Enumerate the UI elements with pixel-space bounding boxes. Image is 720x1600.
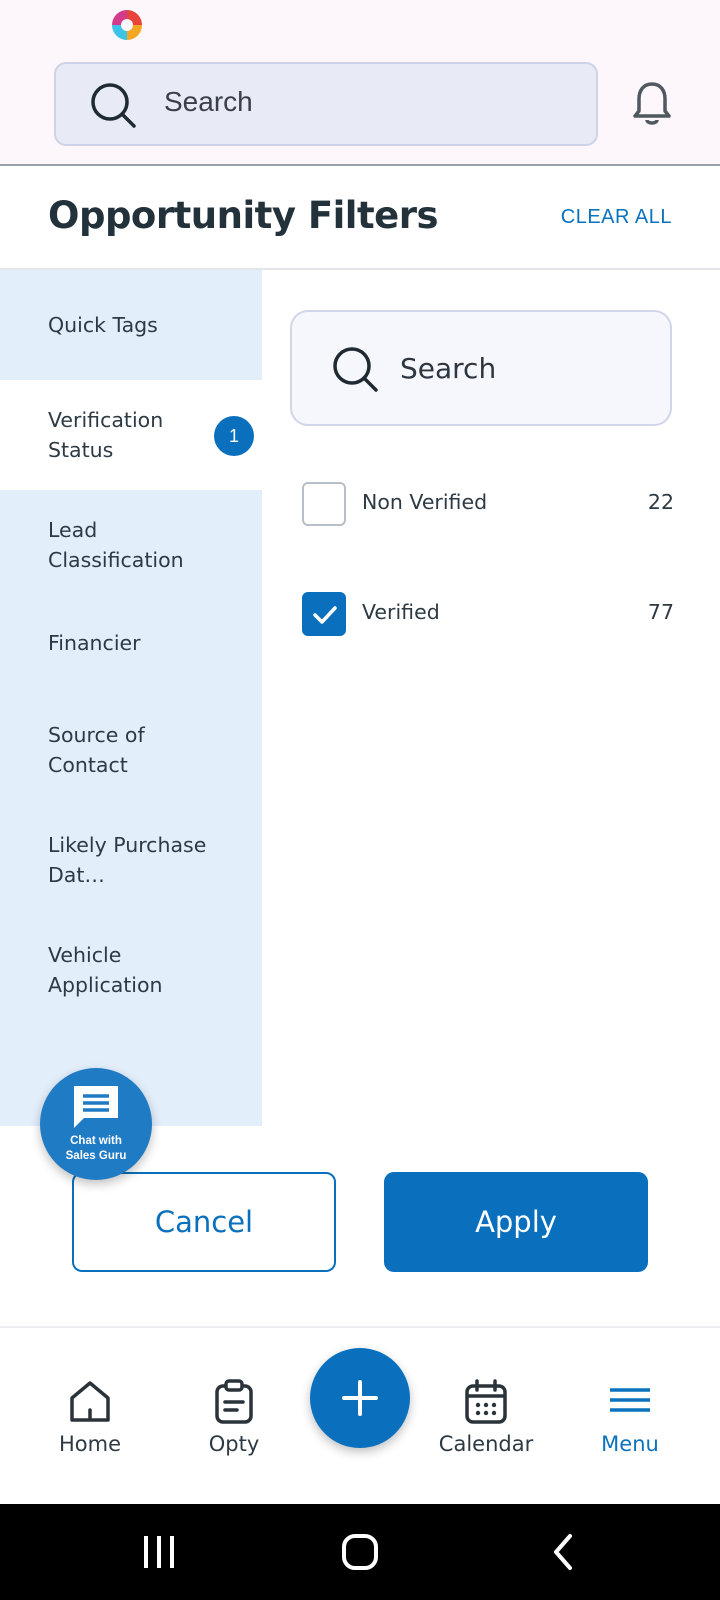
check-icon <box>313 606 337 624</box>
sidebar-item-label: Quick Tags <box>48 313 158 337</box>
search-icon <box>91 83 136 128</box>
chat-icon <box>74 1086 118 1128</box>
add-fab-button[interactable] <box>310 1348 410 1448</box>
filter-category-sidebar: Quick Tags Verification Status 1 Lead Cl… <box>0 270 262 1126</box>
sidebar-item-label: Likely Purchase Dat… <box>48 833 207 887</box>
menu-icon <box>610 1388 650 1412</box>
top-header: Search <box>0 48 720 166</box>
chat-label: Chat with Sales Guru <box>40 1134 152 1164</box>
home-button-icon[interactable] <box>340 1532 380 1572</box>
back-icon[interactable] <box>544 1532 584 1572</box>
sidebar-item-vehicle-application[interactable]: Vehicle Application <box>0 920 262 1030</box>
nav-calendar[interactable]: Calendar <box>416 1328 556 1506</box>
search-icon <box>333 347 378 392</box>
checkbox-checked[interactable] <box>302 592 346 636</box>
filter-search-input[interactable]: Search <box>290 310 672 426</box>
sidebar-item-likely-purchase-date[interactable]: Likely Purchase Dat… <box>0 810 262 920</box>
recent-apps-icon[interactable] <box>140 1532 180 1572</box>
nav-label: Calendar <box>438 1432 534 1456</box>
sidebar-item-financier[interactable]: Financier <box>0 600 262 700</box>
apply-button[interactable]: Apply <box>384 1172 648 1272</box>
chat-label-line2: Sales Guru <box>65 1150 127 1162</box>
sidebar-item-quick-tags[interactable]: Quick Tags <box>0 270 262 380</box>
option-count: 77 <box>647 600 674 624</box>
nav-label: Home <box>58 1432 121 1456</box>
plus-icon <box>342 1380 378 1416</box>
sidebar-item-label: Lead Classification <box>48 518 184 572</box>
sidebar-item-label: Financier <box>48 631 141 655</box>
sidebar-item-source-of-contact[interactable]: Source of Contact <box>0 700 262 810</box>
bell-icon[interactable] <box>630 80 674 128</box>
sidebar-item-verification-status[interactable]: Verification Status 1 <box>0 380 262 490</box>
sidebar-item-lead-classification[interactable]: Lead Classification <box>0 490 262 600</box>
system-navigation-bar <box>0 1504 720 1600</box>
chat-with-sales-guru-button[interactable]: Chat with Sales Guru <box>40 1068 152 1180</box>
page-title: Opportunity Filters <box>48 194 439 237</box>
calendar-icon <box>465 1379 507 1424</box>
nav-label: Menu <box>601 1432 659 1456</box>
nav-home[interactable]: Home <box>20 1328 160 1506</box>
sidebar-item-label: Verification Status <box>48 408 164 462</box>
filter-option-verified[interactable]: Verified 77 <box>302 592 674 638</box>
nav-menu[interactable]: Menu <box>560 1328 700 1506</box>
nav-label: Opty <box>208 1432 260 1456</box>
clipboard-icon <box>215 1379 253 1424</box>
global-search-placeholder: Search <box>164 86 253 117</box>
chat-label-line1: Chat with <box>70 1135 122 1147</box>
option-label: Non Verified <box>362 490 488 514</box>
nav-opty[interactable]: Opty <box>164 1328 304 1506</box>
selected-count-badge: 1 <box>214 416 254 456</box>
sidebar-item-label: Source of Contact <box>48 723 145 777</box>
filter-option-non-verified[interactable]: Non Verified 22 <box>302 482 674 528</box>
clear-all-button[interactable]: CLEAR ALL <box>561 206 672 229</box>
option-label: Verified <box>362 600 440 624</box>
sidebar-item-label: Vehicle Application <box>48 943 163 997</box>
filters-header: Opportunity Filters CLEAR ALL <box>0 168 720 270</box>
filter-search-placeholder: Search <box>400 352 497 385</box>
app-logo-icon <box>112 10 142 40</box>
cancel-button[interactable]: Cancel <box>72 1172 336 1272</box>
checkbox[interactable] <box>302 482 346 526</box>
home-icon <box>70 1381 110 1422</box>
status-bar <box>0 0 720 48</box>
option-count: 22 <box>647 490 674 514</box>
global-search-input[interactable]: Search <box>54 62 598 146</box>
